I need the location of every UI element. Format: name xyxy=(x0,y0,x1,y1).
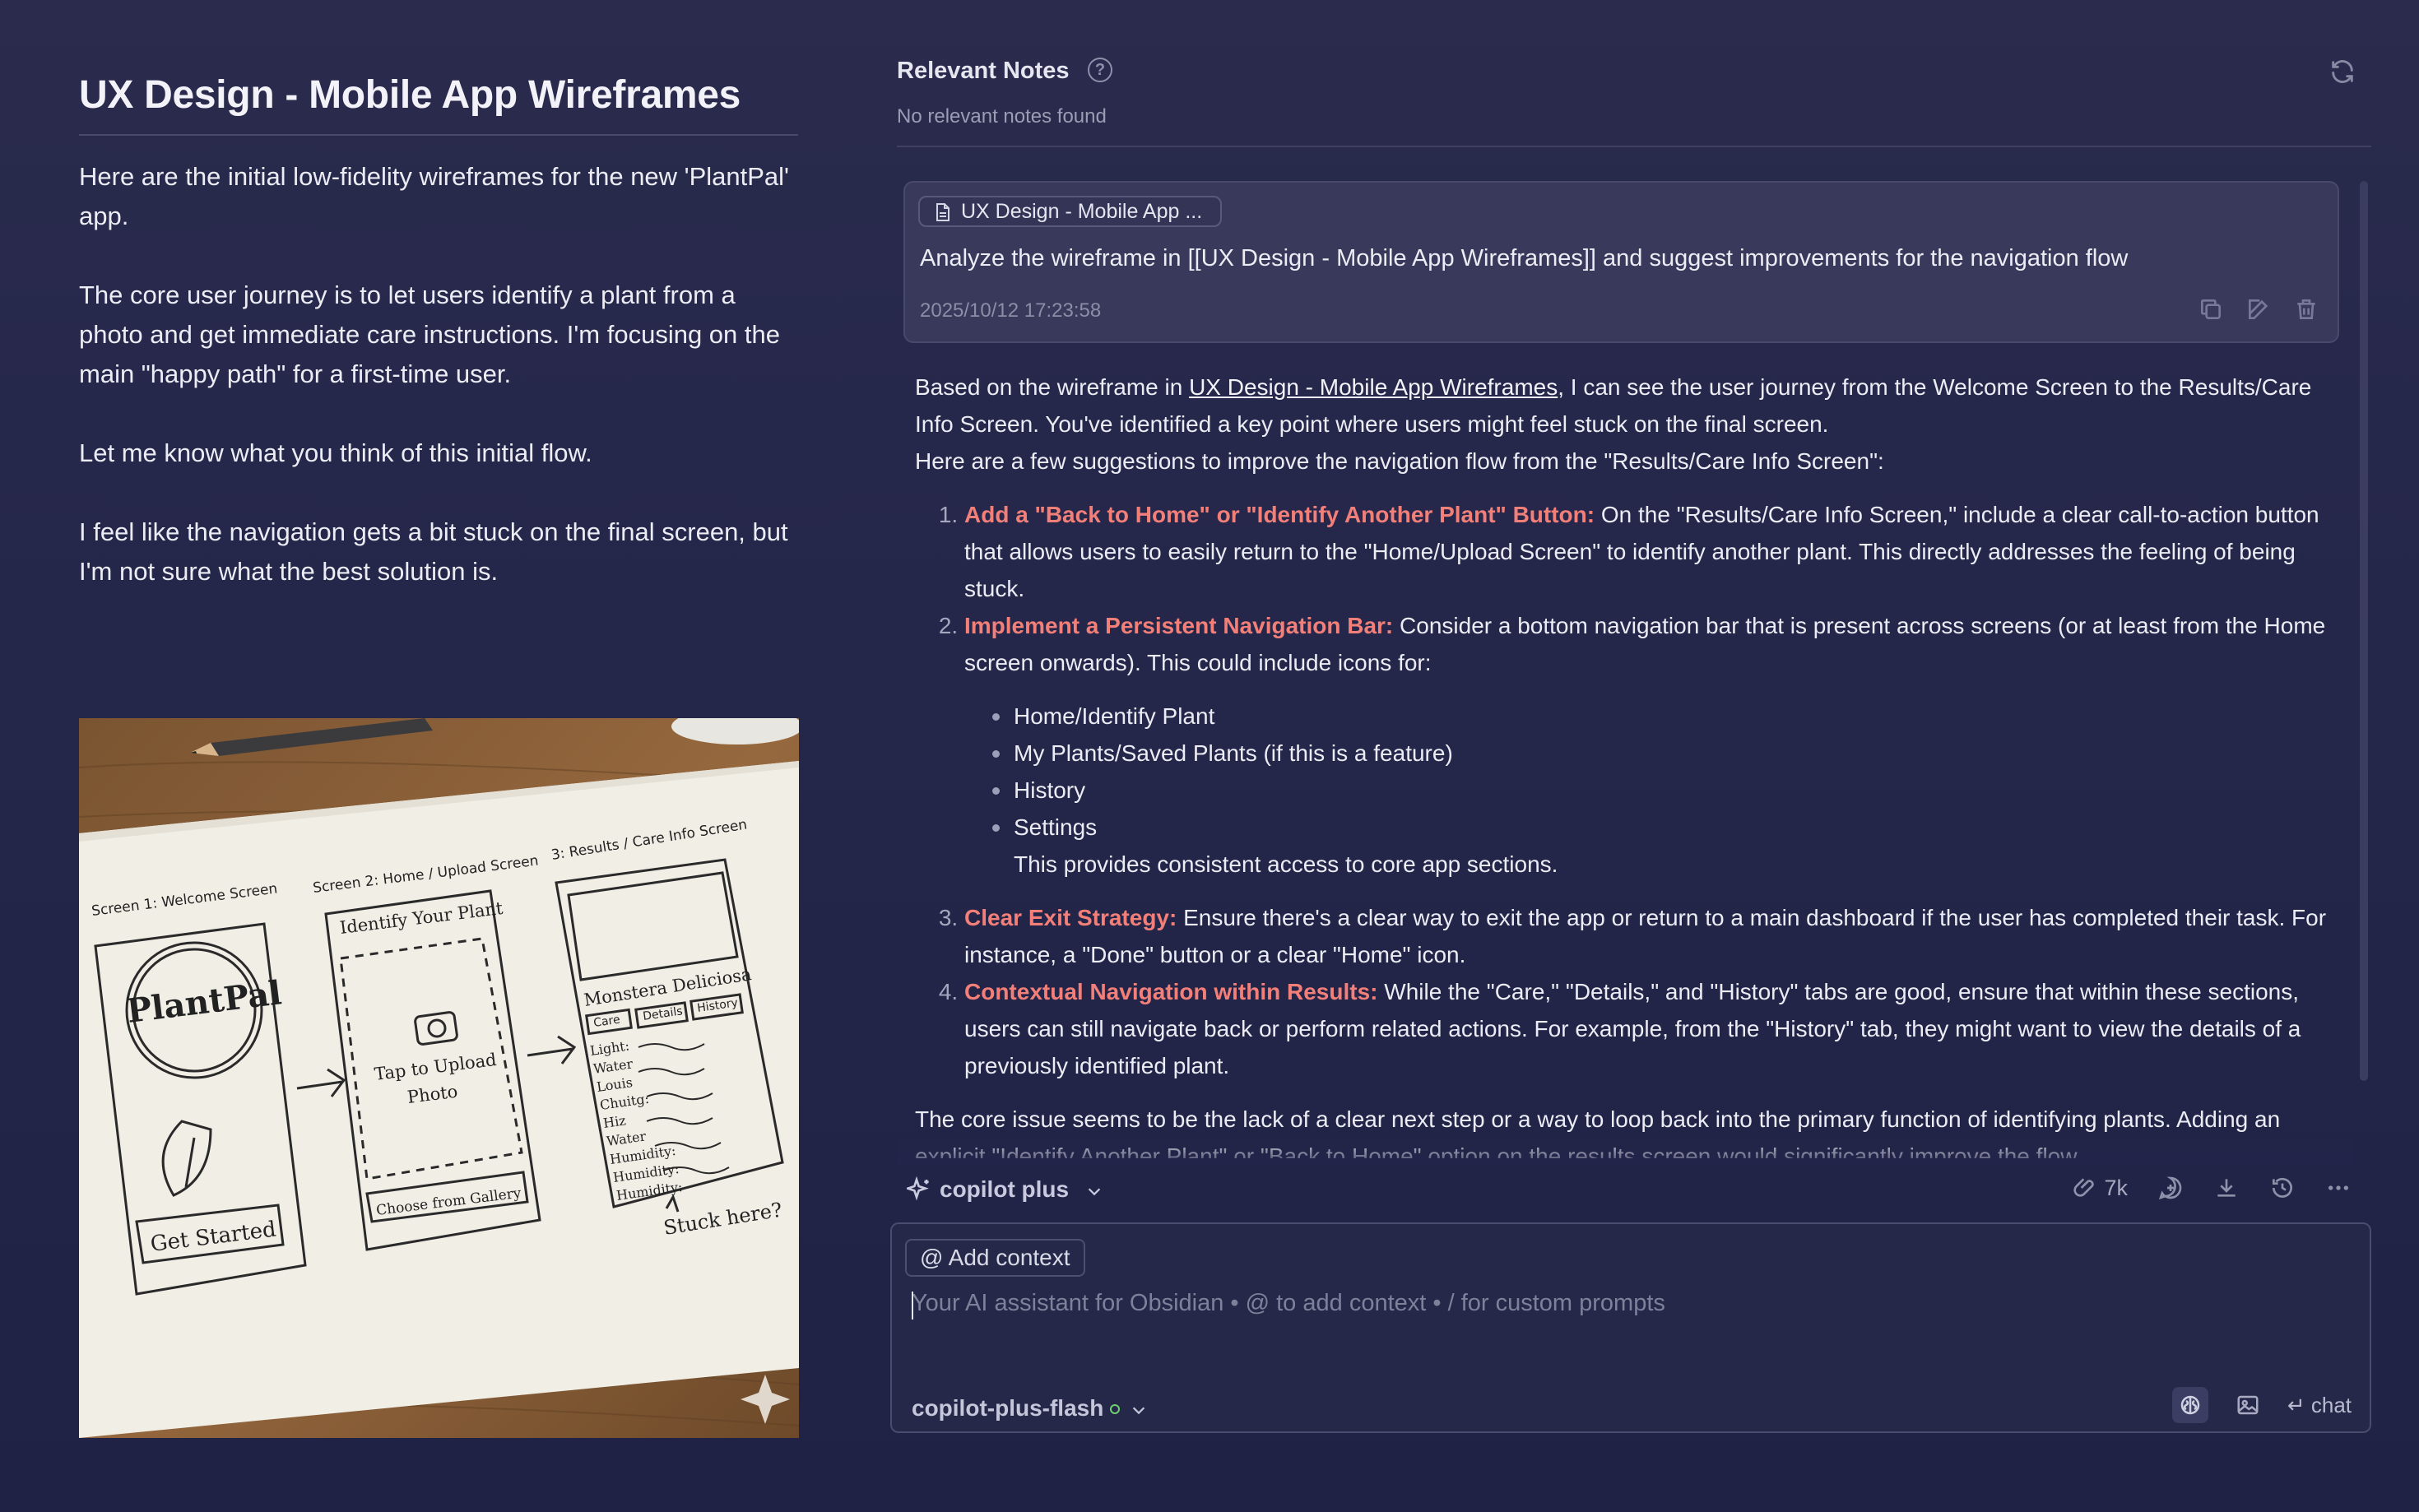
chat-input[interactable]: @ Add context Your AI assistant for Obsi… xyxy=(890,1222,2371,1433)
sparkles-icon xyxy=(907,1176,929,1201)
nav-note: This provides consistent access to core … xyxy=(1014,851,1558,877)
user-message-text: Analyze the wireframe in [[UX Design - M… xyxy=(920,245,2129,271)
history-icon[interactable] xyxy=(2269,1175,2296,1201)
list-item: Home/Identify Plant xyxy=(992,698,2330,735)
wireframe-image[interactable]: Screen 1: Welcome Screen PlantPal Get St… xyxy=(79,718,799,1438)
model-selector[interactable]: copilot-plus-flash xyxy=(912,1395,1148,1422)
ai-response: Based on the wireframe in UX Design - Mo… xyxy=(915,369,2330,1158)
copy-icon[interactable] xyxy=(2198,296,2224,322)
list-item: Clear Exit Strategy: Ensure there's a cl… xyxy=(964,899,2330,973)
refresh-icon[interactable] xyxy=(2328,58,2356,86)
user-message: UX Design - Mobile App ... Analyze the w… xyxy=(903,181,2339,343)
note-paragraph: The core user journey is to let users id… xyxy=(79,281,781,388)
new-chat-icon[interactable] xyxy=(2157,1175,2184,1201)
note-paragraph: Here are the initial low-fidelity wirefr… xyxy=(79,162,789,230)
scroll-fade xyxy=(897,1135,2353,1165)
brain-toggle[interactable] xyxy=(2171,1387,2208,1423)
relevant-notes-empty: No relevant notes found xyxy=(897,105,1107,128)
context-chip[interactable]: UX Design - Mobile App ... xyxy=(918,196,1223,227)
chevron-down-icon xyxy=(1088,1188,1101,1195)
send-chat-button[interactable]: ↵ chat xyxy=(2287,1393,2352,1418)
list-item: Add a "Back to Home" or "Identify Anothe… xyxy=(964,496,2330,607)
note-paragraph: I feel like the navigation gets a bit st… xyxy=(79,517,788,586)
trash-icon[interactable] xyxy=(2293,296,2319,322)
nav-icons-list: Home/Identify Plant My Plants/Saved Plan… xyxy=(964,698,2330,846)
text-caret xyxy=(912,1292,913,1320)
note-link[interactable]: UX Design - Mobile App Wireframes xyxy=(1189,374,1558,400)
note-pane: UX Design - Mobile App Wireframes Here a… xyxy=(79,72,798,631)
file-icon xyxy=(936,203,949,221)
token-count: 7k xyxy=(2073,1175,2128,1201)
brain-icon xyxy=(2180,1395,2200,1415)
more-icon[interactable] xyxy=(2325,1175,2352,1201)
help-icon[interactable]: ? xyxy=(1088,58,1112,82)
list-item: My Plants/Saved Plants (if this is a fea… xyxy=(992,735,2330,772)
chat-toolbar: copilot plus 7k xyxy=(903,1171,2352,1213)
context-chip-label: UX Design - Mobile App ... xyxy=(961,200,1203,223)
list-item: History xyxy=(992,772,2330,809)
edit-icon[interactable] xyxy=(2245,296,2272,322)
chevron-down-icon xyxy=(1133,1407,1145,1414)
paperclip-icon xyxy=(2073,1178,2095,1197)
care-row: Hiz xyxy=(602,1112,627,1131)
message-actions xyxy=(2198,296,2319,322)
note-paragraph: Let me know what you think of this initi… xyxy=(79,438,592,467)
note-body: Here are the initial low-fidelity wirefr… xyxy=(79,157,798,591)
input-actions: ↵ chat xyxy=(2171,1387,2352,1423)
list-item: Implement a Persistent Navigation Bar: C… xyxy=(964,607,2330,883)
download-icon[interactable] xyxy=(2213,1175,2240,1201)
note-title: UX Design - Mobile App Wireframes xyxy=(79,72,798,136)
list-item: Settings xyxy=(992,809,2330,846)
relevant-notes-title: Relevant Notes xyxy=(897,58,1070,84)
relevant-notes-header: Relevant Notes ? No relevant notes found xyxy=(897,53,2371,147)
model-status-icon xyxy=(1110,1403,1121,1414)
list-item: Contextual Navigation within Results: Wh… xyxy=(964,973,2330,1084)
chat-scrollbar[interactable] xyxy=(2360,181,2368,1081)
wireframe-sketch: Screen 1: Welcome Screen PlantPal Get St… xyxy=(79,718,799,1438)
mode-selector[interactable]: copilot plus xyxy=(907,1176,1103,1203)
toolbar-actions: 7k xyxy=(2073,1175,2352,1201)
message-timestamp: 2025/10/12 17:23:58 xyxy=(920,299,1102,322)
image-button[interactable] xyxy=(2230,1387,2266,1423)
response-intro: Based on the wireframe in UX Design - Mo… xyxy=(915,374,2312,474)
suggestion-list: Add a "Back to Home" or "Identify Anothe… xyxy=(915,496,2330,1084)
chat-input-placeholder: Your AI assistant for Obsidian • @ to ad… xyxy=(912,1290,1665,1316)
image-icon xyxy=(2237,1395,2259,1415)
add-context-button[interactable]: @ Add context xyxy=(905,1239,1085,1277)
